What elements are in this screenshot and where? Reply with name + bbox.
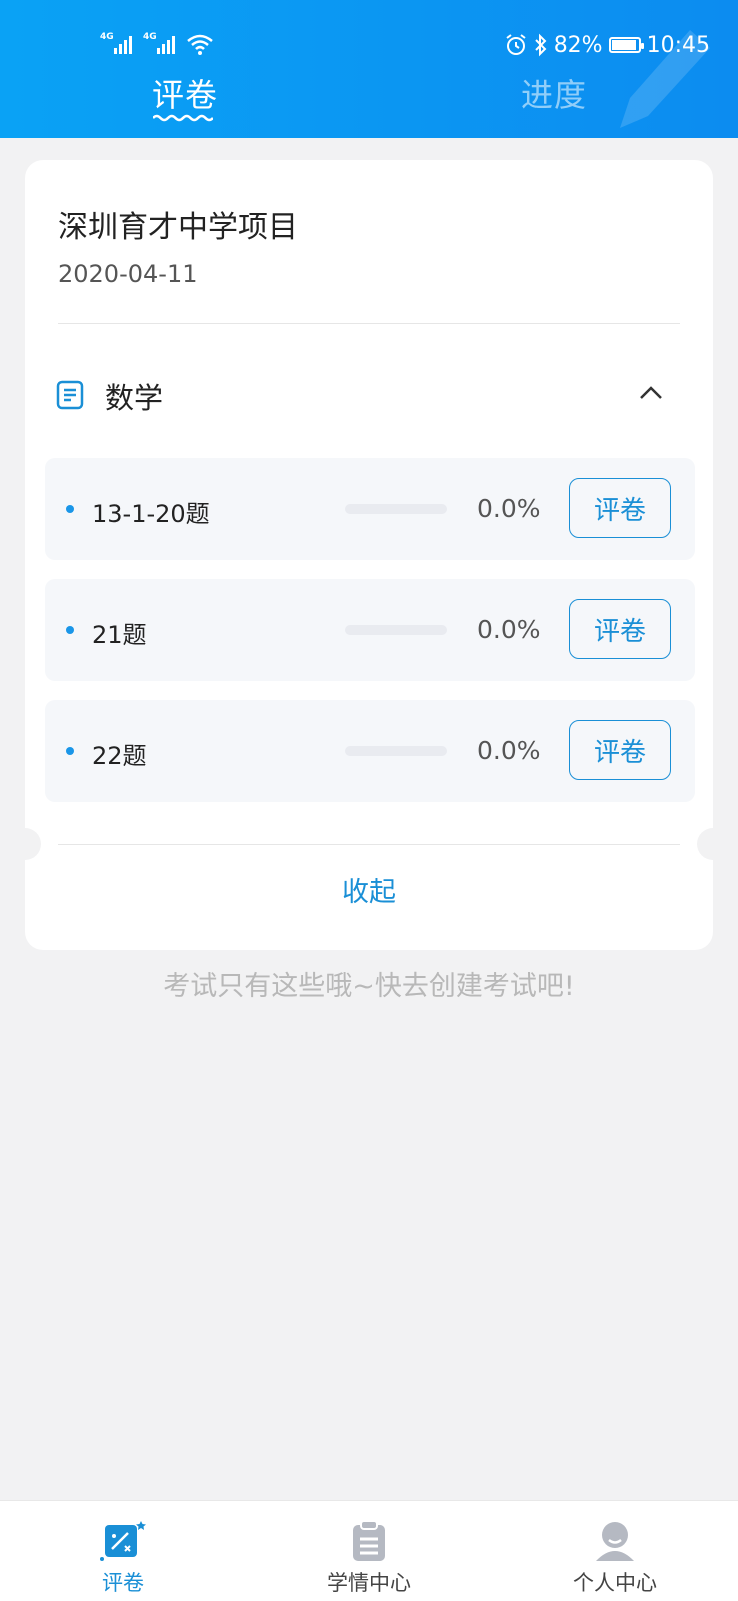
project-date: 2020-04-11 bbox=[58, 260, 198, 288]
grading-icon bbox=[100, 1521, 146, 1561]
signal-icon bbox=[114, 34, 132, 54]
network-type-2: 4G bbox=[143, 32, 157, 42]
progress-percent: 0.0% bbox=[477, 736, 541, 765]
bullet bbox=[66, 505, 74, 513]
network-type-1: 4G bbox=[100, 32, 114, 42]
question-name: 22题 bbox=[92, 742, 147, 770]
progress-percent: 0.0% bbox=[477, 494, 541, 523]
grade-button[interactable]: 评卷 bbox=[569, 478, 671, 538]
progress-bar bbox=[345, 746, 447, 756]
app-header: 4G 4G 82% 10:45 评卷 bbox=[0, 0, 738, 138]
nav-item-personal-center[interactable]: 个人中心 bbox=[492, 1501, 738, 1601]
clipboard-icon bbox=[353, 1520, 385, 1561]
tab-grading[interactable]: 评卷 bbox=[152, 70, 218, 116]
question-row: 22题 0.0% 评卷 bbox=[45, 700, 695, 802]
wifi-icon bbox=[187, 34, 213, 55]
alarm-icon bbox=[506, 34, 526, 55]
question-name: 21题 bbox=[92, 621, 147, 649]
question-name: 13-1-20题 bbox=[92, 500, 210, 528]
divider bbox=[58, 844, 680, 845]
pen-decoration-icon bbox=[620, 30, 710, 128]
question-row: 21题 0.0% 评卷 bbox=[45, 579, 695, 681]
ticket-notch-right bbox=[697, 828, 729, 860]
empty-hint: 考试只有这些哦~快去创建考试吧! bbox=[163, 971, 575, 1002]
progress-bar bbox=[345, 504, 447, 514]
bullet bbox=[66, 747, 74, 755]
document-icon bbox=[56, 380, 84, 410]
nav-label: 学情中心 bbox=[327, 1571, 411, 1595]
bluetooth-icon bbox=[534, 33, 547, 57]
chevron-up-icon[interactable] bbox=[639, 386, 663, 400]
signal-icon bbox=[157, 34, 175, 54]
exam-card: 深圳育才中学项目 2020-04-11 数学 13-1-20题 0.0% 评卷 … bbox=[9, 160, 729, 950]
subject-name: 数学 bbox=[105, 381, 164, 415]
progress-bar bbox=[345, 625, 447, 635]
collapse-button[interactable]: 收起 bbox=[25, 870, 713, 909]
bottom-nav: 评卷 学情中心 个人中心 bbox=[0, 1500, 738, 1601]
nav-label: 个人中心 bbox=[573, 1571, 657, 1595]
tab-progress[interactable]: 进度 bbox=[521, 70, 587, 116]
project-title: 深圳育才中学项目 bbox=[58, 210, 298, 245]
grade-button[interactable]: 评卷 bbox=[569, 599, 671, 659]
grade-button[interactable]: 评卷 bbox=[569, 720, 671, 780]
active-tab-indicator bbox=[153, 114, 213, 122]
nav-label: 评卷 bbox=[102, 1571, 144, 1595]
nav-item-learning-center[interactable]: 学情中心 bbox=[246, 1501, 492, 1601]
person-icon bbox=[596, 1522, 634, 1561]
nav-item-grading[interactable]: 评卷 bbox=[0, 1501, 246, 1601]
ticket-notch-left bbox=[9, 828, 41, 860]
bullet bbox=[66, 626, 74, 634]
battery-percent: 82% bbox=[553, 32, 603, 58]
question-row: 13-1-20题 0.0% 评卷 bbox=[45, 458, 695, 560]
progress-percent: 0.0% bbox=[477, 615, 541, 644]
divider bbox=[58, 323, 680, 324]
